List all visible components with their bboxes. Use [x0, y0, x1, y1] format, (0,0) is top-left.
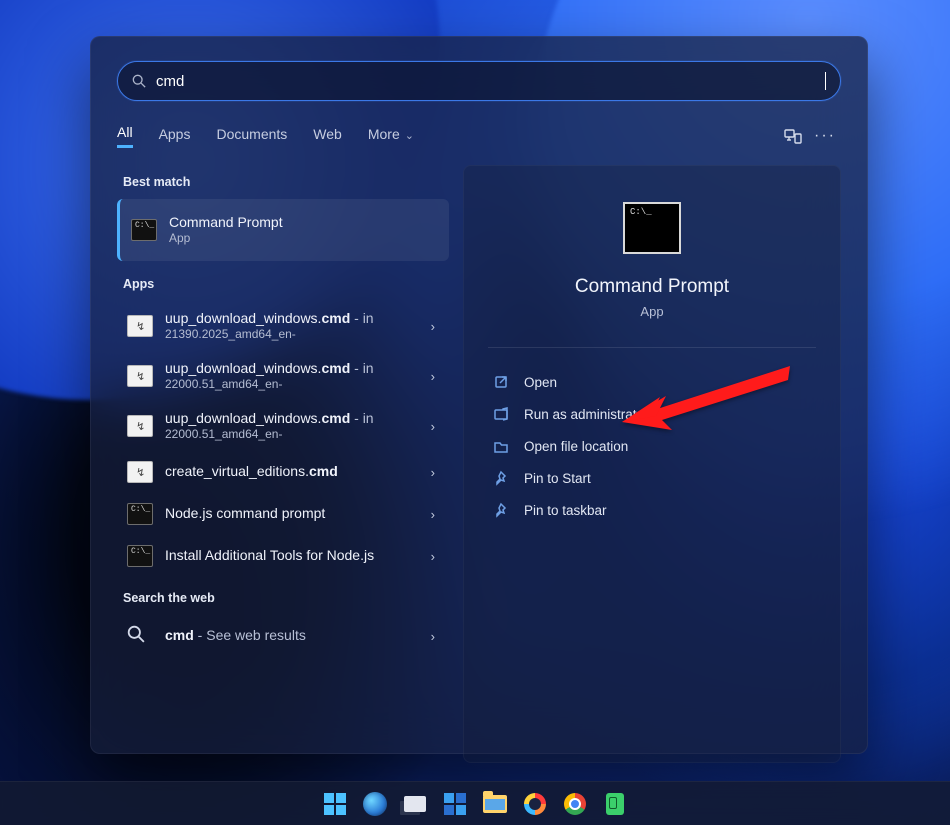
app-result-item[interactable]: uup_download_windows.cmd - in21390.2025_…	[117, 301, 449, 351]
script-icon	[127, 461, 153, 483]
web-result-item[interactable]: cmd - See web results ›	[117, 615, 449, 657]
results-column: Best match Command Prompt App Apps uup_d…	[117, 165, 449, 763]
chevron-right-icon[interactable]: ›	[427, 419, 439, 434]
shield-icon	[492, 405, 510, 423]
taskbar	[0, 781, 950, 825]
bestmatch-sub: App	[169, 231, 439, 246]
preview-panel: Command Prompt App OpenRun as administra…	[463, 165, 841, 763]
folder-icon	[492, 437, 510, 455]
filter-tabs: All Apps Documents Web More⌄ ···	[117, 119, 841, 153]
search-icon	[132, 74, 146, 88]
open-icon	[492, 373, 510, 391]
app-result-item[interactable]: Node.js command prompt›	[117, 493, 449, 535]
app-result-item[interactable]: Install Additional Tools for Node.js›	[117, 535, 449, 577]
tab-all[interactable]: All	[117, 124, 133, 148]
chevron-right-icon[interactable]: ›	[427, 465, 439, 480]
taskview-button[interactable]	[399, 788, 431, 820]
tab-web[interactable]: Web	[313, 126, 342, 147]
chevron-right-icon[interactable]: ›	[427, 549, 439, 564]
tab-documents[interactable]: Documents	[216, 126, 287, 147]
phonelink-button[interactable]	[599, 788, 631, 820]
chevron-down-icon: ⌄	[405, 130, 414, 142]
divider	[488, 347, 816, 348]
app-result-item[interactable]: uup_download_windows.cmd - in22000.51_am…	[117, 351, 449, 401]
chevron-right-icon[interactable]: ›	[427, 507, 439, 522]
preview-apptype: App	[640, 304, 663, 319]
commandprompt-icon	[127, 545, 153, 567]
pin-icon	[492, 501, 510, 519]
taskbar-search-button[interactable]	[359, 788, 391, 820]
script-icon	[127, 415, 153, 437]
app-result-item[interactable]: create_virtual_editions.cmd›	[117, 451, 449, 493]
app-result-item[interactable]: uup_download_windows.cmd - in22000.51_am…	[117, 401, 449, 451]
action-pin-to-taskbar[interactable]: Pin to taskbar	[488, 494, 816, 526]
searchweb-header: Search the web	[123, 591, 449, 605]
bestmatch-item[interactable]: Command Prompt App	[117, 199, 449, 261]
start-button[interactable]	[319, 788, 351, 820]
text-caret	[825, 72, 826, 90]
chevron-right-icon[interactable]: ›	[427, 319, 439, 334]
start-search-panel: All Apps Documents Web More⌄ ··· Best ma…	[90, 36, 868, 754]
tab-more[interactable]: More⌄	[368, 126, 414, 147]
widgets-button[interactable]	[439, 788, 471, 820]
action-pin-to-start[interactable]: Pin to Start	[488, 462, 816, 494]
action-open-file-location[interactable]: Open file location	[488, 430, 816, 462]
action-open[interactable]: Open	[488, 366, 816, 398]
preview-appname: Command Prompt	[575, 276, 729, 298]
search-input[interactable]	[156, 73, 827, 90]
bestmatch-header: Best match	[123, 175, 449, 189]
action-run-as-administrator[interactable]: Run as administrator	[488, 398, 816, 430]
apps-header: Apps	[123, 277, 449, 291]
chrome-button[interactable]	[559, 788, 591, 820]
opera-button[interactable]	[519, 788, 551, 820]
tab-apps[interactable]: Apps	[159, 126, 191, 147]
pin-icon	[492, 469, 510, 487]
chevron-right-icon[interactable]: ›	[427, 369, 439, 384]
script-icon	[127, 315, 153, 337]
explorer-button[interactable]	[479, 788, 511, 820]
bestmatch-title: Command Prompt	[169, 214, 439, 232]
commandprompt-icon	[623, 202, 681, 254]
search-input-container[interactable]	[117, 61, 841, 101]
devices-icon[interactable]	[777, 120, 809, 152]
chevron-right-icon[interactable]: ›	[427, 629, 439, 644]
commandprompt-icon	[131, 219, 157, 241]
script-icon	[127, 365, 153, 387]
commandprompt-icon	[127, 503, 153, 525]
search-icon	[127, 625, 153, 647]
more-options-icon[interactable]: ···	[809, 120, 841, 152]
